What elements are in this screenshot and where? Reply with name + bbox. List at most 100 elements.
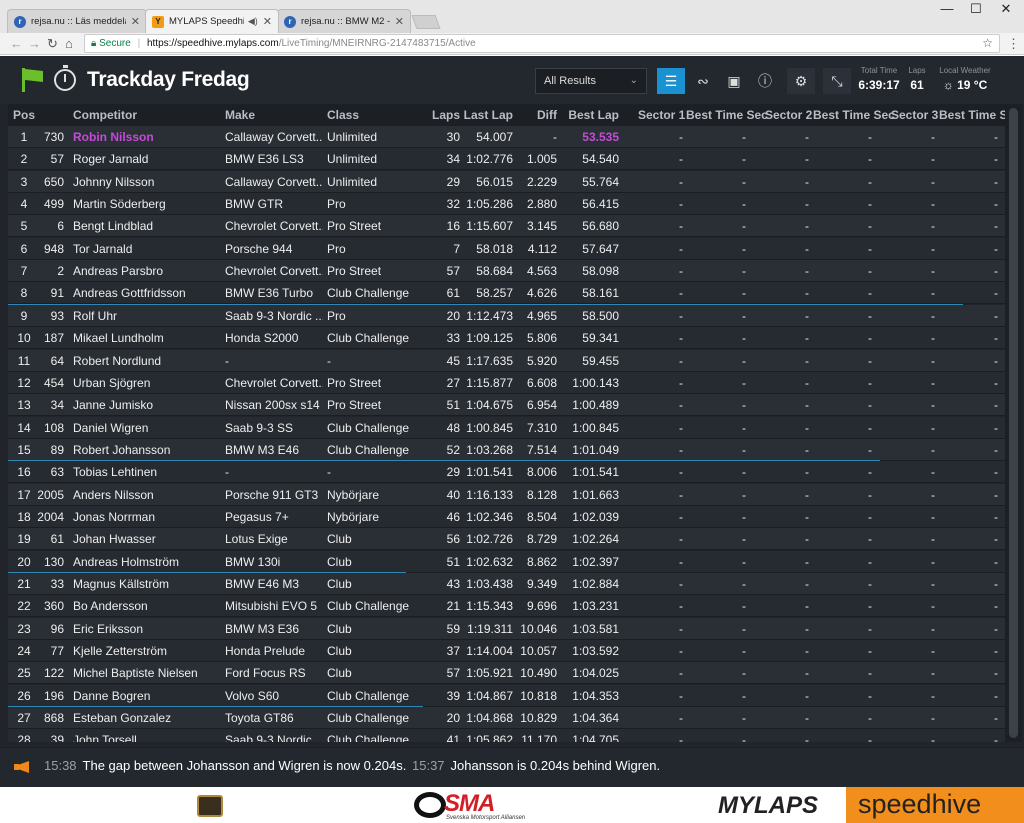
cell-best-sector-2: - xyxy=(868,264,872,279)
mylaps-logo[interactable]: MYLAPS xyxy=(718,792,818,820)
cell-sector-1: - xyxy=(679,487,683,502)
table-row[interactable]: 20 130 Andreas Holmström BMW 130i Club 51 1:02… xyxy=(8,550,1005,573)
table-row[interactable]: 2 57 Roger Jarnald BMW E36 LS3 Unlimited 34 1:… xyxy=(8,148,1005,171)
results-filter-select[interactable]: All Results ⌄ xyxy=(535,68,647,94)
col-best-time-1[interactable]: Best Time Sec xyxy=(686,108,768,122)
reload-icon[interactable]: ↻ xyxy=(47,36,58,52)
table-row[interactable]: 22 360 Bo Andersson Mitsubishi EVO 5 Club Ch… xyxy=(8,595,1005,618)
info-icon: ⓘ xyxy=(758,73,772,89)
table-row[interactable]: 17 2005 Anders Nilsson Porsche 911 GT3 Nybör… xyxy=(8,483,1005,506)
vertical-scrollbar[interactable] xyxy=(1005,104,1022,742)
table-row[interactable]: 3 650 Johnny Nilsson Callaway Corvett... Unl… xyxy=(8,170,1005,193)
cell-make: Callaway Corvett... xyxy=(225,130,323,144)
cell-best-sector-2: - xyxy=(868,487,872,502)
table-row[interactable]: 26 196 Danne Bogren Volvo S60 Club Challenge… xyxy=(8,684,1005,707)
col-sector-1[interactable]: Sector 1 xyxy=(638,108,685,122)
table-row[interactable]: 24 77 Kjelle Zetterström Honda Prelude Club 3… xyxy=(8,640,1005,663)
close-window-icon[interactable]: ✕ xyxy=(992,2,1020,18)
col-best-time-2[interactable]: Best Time Sec xyxy=(813,108,895,122)
cell-number: 2004 xyxy=(37,509,64,524)
new-tab-button[interactable] xyxy=(411,15,441,29)
table-row[interactable]: 11 64 Robert Nordlund - - 45 1:17.635 5.920 59.4… xyxy=(8,349,1005,372)
address-bar[interactable]: 🔒︎ Secure | https://speedhive.mylaps.com… xyxy=(84,34,1000,53)
cell-sector-3: - xyxy=(931,130,935,144)
table-row[interactable]: 23 96 Eric Eriksson BMW M3 E36 Club 59 1:19.31… xyxy=(8,617,1005,640)
cell-competitor: Rolf Uhr xyxy=(73,308,118,323)
back-icon[interactable]: ← xyxy=(10,36,23,51)
chevron-down-icon: ⌄ xyxy=(629,75,638,86)
tab-rejsa-bmw[interactable]: r rejsa.nu :: BMW M2 -16 - ✕ xyxy=(277,9,411,33)
table-row[interactable]: 12 454 Urban Sjögren Chevrolet Corvett... Pr… xyxy=(8,371,1005,394)
table-row[interactable]: 27 868 Esteban Gonzalez Toyota GT86 Club Cha… xyxy=(8,707,1005,730)
col-sector-3[interactable]: Sector 3 xyxy=(891,108,938,122)
col-class[interactable]: Class xyxy=(327,108,422,122)
forward-icon[interactable]: → xyxy=(28,36,41,51)
track-map-button[interactable]: ∾ xyxy=(689,68,717,94)
minimize-icon[interactable]: — xyxy=(933,2,961,18)
table-row[interactable]: 1 730 Robin Nilsson Callaway Corvett... Unli… xyxy=(8,126,1005,148)
club-logo[interactable] xyxy=(197,795,223,817)
table-row[interactable]: 18 2004 Jonas Norrman Pegasus 7+ Nybörjare 46… xyxy=(8,505,1005,528)
table-row[interactable]: 19 61 Johan Hwasser Lotus Exige Club 56 1:02.7… xyxy=(8,528,1005,551)
table-row[interactable]: 9 93 Rolf Uhr Saab 9-3 Nordic ... Pro 20 1:12.… xyxy=(8,304,1005,327)
col-competitor[interactable]: Competitor xyxy=(73,108,218,122)
table-row[interactable]: 7 2 Andreas Parsbro Chevrolet Corvett... Pro… xyxy=(8,260,1005,283)
close-tab-icon[interactable]: ✕ xyxy=(263,15,272,28)
table-row[interactable]: 15 89 Robert Johansson BMW M3 E46 Club Chall… xyxy=(8,438,1005,461)
close-tab-icon[interactable]: ✕ xyxy=(395,15,404,28)
cell-last-lap: 1:12.473 xyxy=(466,308,513,323)
col-laps[interactable]: Laps xyxy=(426,108,460,122)
cell-sector-1: - xyxy=(679,666,683,681)
tab-mylaps-speedhive[interactable]: Y MYLAPS Speedhive ◀) ✕ xyxy=(145,9,279,33)
table-row[interactable]: 10 187 Mikael Lundholm Honda S2000 Club Chal… xyxy=(8,327,1005,350)
cell-number: 650 xyxy=(43,174,64,189)
cell-sector-3: - xyxy=(931,375,935,390)
cell-make: Porsche 911 GT3 xyxy=(225,487,319,502)
cell-last-lap: 1:17.635 xyxy=(466,353,513,368)
info-button[interactable]: ⓘ xyxy=(751,68,779,94)
cell-competitor: Bengt Lindblad xyxy=(73,219,154,234)
fullscreen-button[interactable]: ⤡ xyxy=(823,68,851,94)
table-row[interactable]: 5 6 Bengt Lindblad Chevrolet Corvett... Pro … xyxy=(8,215,1005,238)
cell-pos: 23 xyxy=(17,621,31,636)
cell-best-lap: 1:03.231 xyxy=(572,599,619,614)
scrollbar-thumb[interactable] xyxy=(1009,108,1018,738)
table-row[interactable]: 14 108 Daniel Wigren Saab 9-3 SS Club Challe… xyxy=(8,416,1005,439)
audio-icon[interactable]: ◀) xyxy=(248,16,258,27)
col-best-lap[interactable]: Best Lap xyxy=(563,108,619,122)
table-row[interactable]: 28 39 John Torsell Saab 9-3 Nordic ... Club … xyxy=(8,729,1005,742)
speedhive-logo[interactable]: speedhive xyxy=(846,787,1024,823)
col-sector-2[interactable]: Sector 2 xyxy=(765,108,812,122)
cell-number: 57 xyxy=(50,152,64,167)
bookmark-star-icon[interactable]: ☆ xyxy=(982,35,993,52)
table-row[interactable]: 8 91 Andreas Gottfridsson BMW E36 Turbo Club… xyxy=(8,282,1005,305)
cell-laps: 61 xyxy=(446,286,460,301)
table-row[interactable]: 25 122 Michel Baptiste Nielsen Ford Focus R… xyxy=(8,662,1005,685)
table-row[interactable]: 6 948 Tor Jarnald Porsche 944 Pro 7 58.018 4.11… xyxy=(8,237,1005,260)
tab-rejsa-messages[interactable]: r rejsa.nu :: Läs meddeland ✕ xyxy=(7,9,147,33)
settings-button[interactable]: ⚙ xyxy=(787,68,815,94)
home-icon[interactable]: ⌂ xyxy=(65,36,73,51)
cell-laps: 7 xyxy=(453,241,460,256)
table-row[interactable]: 4 499 Martin Söderberg BMW GTR Pro 32 1:05.286… xyxy=(8,193,1005,216)
col-diff[interactable]: Diff xyxy=(518,108,557,122)
cell-competitor: Johnny Nilsson xyxy=(73,174,155,189)
close-tab-icon[interactable]: ✕ xyxy=(131,15,140,28)
sma-logo[interactable]: SMA Svenska Motorsport Alliansen xyxy=(414,790,529,822)
col-best-time-3[interactable]: Best Time Se xyxy=(939,108,1005,122)
cell-sector-2: - xyxy=(805,219,809,234)
cell-class: Club xyxy=(327,577,352,591)
cell-sector-1: - xyxy=(679,711,683,726)
cell-last-lap: 1:01.541 xyxy=(466,465,513,480)
col-pos[interactable]: Pos xyxy=(13,108,35,122)
menu-dots-icon[interactable]: ⋮ xyxy=(1007,36,1020,52)
table-row[interactable]: 13 34 Janne Jumisko Nissan 200sx s14 Pro Str… xyxy=(8,394,1005,417)
table-row[interactable]: 16 63 Tobias Lehtinen - - 29 1:01.541 8.006 1:01… xyxy=(8,461,1005,484)
col-make[interactable]: Make xyxy=(225,108,323,122)
video-button[interactable]: ▣ xyxy=(720,68,748,94)
table-row[interactable]: 21 33 Magnus Källström BMW E46 M3 Club 43 1:03… xyxy=(8,573,1005,595)
list-view-button[interactable]: ☰ xyxy=(657,68,685,94)
maximize-icon[interactable]: ☐ xyxy=(962,2,990,18)
cell-sector-1: - xyxy=(679,308,683,323)
col-last-lap[interactable]: Last Lap xyxy=(458,108,513,122)
